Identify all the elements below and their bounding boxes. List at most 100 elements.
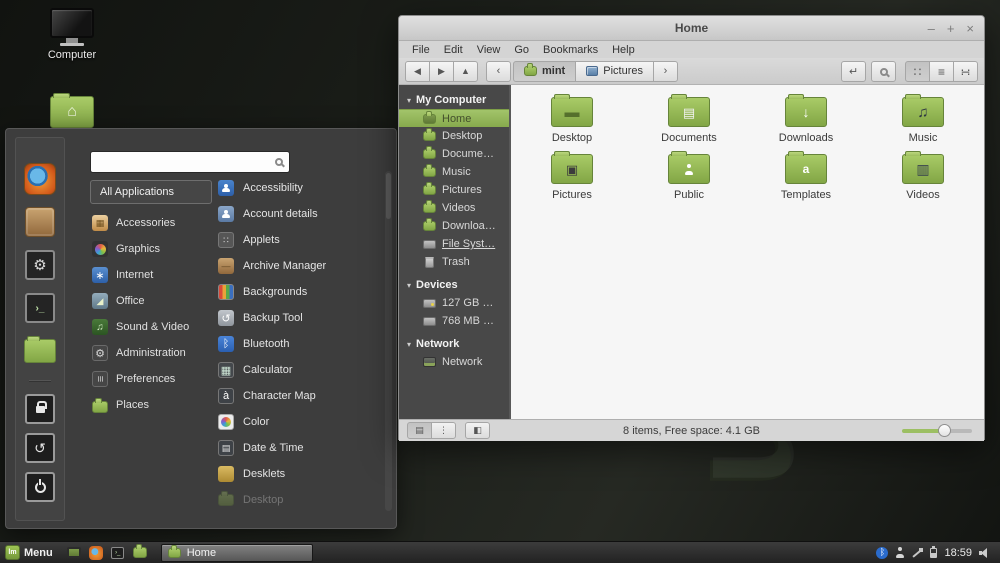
breadcrumb-next-button[interactable]: › (652, 60, 678, 82)
shutdown-button[interactable] (25, 472, 55, 502)
lock-screen-button[interactable] (25, 394, 55, 424)
search-input[interactable] (97, 156, 275, 168)
app-account-details[interactable]: Account details (218, 201, 382, 227)
category-accessories[interactable]: ▦ Accessories (90, 210, 212, 236)
app-backgrounds[interactable]: Backgrounds (218, 279, 382, 305)
mint-menu-button-icon[interactable]: lm (5, 545, 20, 560)
zoom-slider[interactable] (902, 424, 972, 437)
app-date-time[interactable]: ▤ Date & Time (218, 435, 382, 461)
section-network[interactable]: ▾ Network (399, 334, 509, 353)
firefox-launcher[interactable] (23, 162, 57, 196)
maximize-button[interactable]: + (947, 22, 955, 35)
menu-edit[interactable]: Edit (437, 44, 470, 56)
category-office[interactable]: ◢ Office (90, 288, 212, 314)
sidebar-item-127gb-volume[interactable]: 127 GB … (399, 294, 509, 312)
file-documents[interactable]: ▤ Documents (639, 93, 739, 144)
section-my-computer[interactable]: ▾ My Computer (399, 90, 509, 109)
app-calculator[interactable]: ▦ Calculator (218, 357, 382, 383)
app-color[interactable]: Color (218, 409, 382, 435)
system-settings-launcher[interactable]: ⚙ (23, 248, 57, 282)
sidebar-item-desktop[interactable]: Desktop (399, 127, 509, 145)
window-titlebar[interactable]: Home – + × (399, 16, 984, 41)
sidebar-item-file-system[interactable]: File Syst… (399, 235, 509, 253)
menu-view[interactable]: View (470, 44, 508, 56)
volume-tray-icon[interactable] (979, 547, 991, 558)
menu-button[interactable]: Menu (24, 547, 53, 559)
sidebar-item-pictures[interactable]: Pictures (399, 181, 509, 199)
app-accessibility[interactable]: Accessibility (218, 175, 382, 201)
category-administration[interactable]: ⚙ Administration (90, 340, 212, 366)
show-desktop-button[interactable] (65, 544, 83, 562)
sidebar-item-downloads[interactable]: Downloa… (399, 217, 509, 235)
terminal-icon: ›_ (111, 546, 125, 559)
file-videos[interactable]: ▥ Videos (873, 150, 973, 201)
menu-go[interactable]: Go (507, 44, 536, 56)
breadcrumb-pictures[interactable]: Pictures (575, 60, 654, 82)
breadcrumb-mint[interactable]: mint (513, 60, 577, 82)
menu-search-box[interactable] (90, 151, 290, 173)
view-toggle-group: ∷ ≡ ∺ (905, 61, 978, 82)
terminal-launcher[interactable]: ›_ (23, 291, 57, 325)
app-applets[interactable]: ∷ Applets (218, 227, 382, 253)
sidebar-item-documents[interactable]: Docume… (399, 145, 509, 163)
file-desktop[interactable]: ▬ Desktop (522, 93, 622, 144)
app-desklets[interactable]: Desklets (218, 461, 382, 487)
file-templates[interactable]: a Templates (756, 150, 856, 201)
close-button[interactable]: × (966, 22, 974, 35)
minimize-button[interactable]: – (928, 22, 935, 35)
battery-tray-icon[interactable] (930, 545, 938, 558)
firefox-taskbar-launcher[interactable] (87, 544, 105, 562)
compact-view-button[interactable]: ∺ (953, 61, 978, 82)
category-preferences[interactable]: ≡ Preferences (90, 366, 212, 392)
taskbar-window-home[interactable]: Home (160, 543, 313, 562)
location-entry-button[interactable]: ↵ (841, 61, 866, 82)
forward-button[interactable]: ▶ (429, 60, 454, 82)
file-pictures[interactable]: ▣ Pictures (522, 150, 622, 201)
bluetooth-tray-icon[interactable]: ᛒ (876, 546, 889, 559)
grid-view-button[interactable]: ∷ (905, 61, 930, 82)
app-label: Backgrounds (243, 286, 308, 298)
breadcrumb-prev-button[interactable]: ‹ (486, 60, 511, 82)
menu-help[interactable]: Help (605, 44, 642, 56)
menu-bookmarks[interactable]: Bookmarks (536, 44, 605, 56)
app-character-map[interactable]: à Character Map (218, 383, 382, 409)
sidebar-item-videos[interactable]: Videos (399, 199, 509, 217)
files-launcher[interactable] (23, 334, 57, 368)
clock[interactable]: 18:59 (944, 547, 972, 559)
desktop-emblem-icon: ▬ (564, 103, 580, 121)
sidebar-item-network[interactable]: Network (399, 353, 509, 371)
files-taskbar-launcher[interactable] (131, 544, 149, 562)
search-button[interactable] (871, 61, 896, 82)
category-all-applications[interactable]: All Applications (90, 180, 212, 204)
app-archive-manager[interactable]: — Archive Manager (218, 253, 382, 279)
back-button[interactable]: ◀ (405, 60, 430, 82)
category-sound-video[interactable]: ♫ Sound & Video (90, 314, 212, 340)
section-devices[interactable]: ▾ Devices (399, 275, 509, 294)
logout-button[interactable]: ↺ (25, 433, 55, 463)
list-view-button[interactable]: ≡ (929, 61, 954, 82)
sidebar-item-music[interactable]: Music (399, 163, 509, 181)
category-internet[interactable]: ∗ Internet (90, 262, 212, 288)
menu-scrollbar[interactable] (385, 171, 392, 511)
desktop-icon-computer[interactable]: Computer (37, 8, 107, 61)
app-backup-tool[interactable]: ↺ Backup Tool (218, 305, 382, 331)
software-manager-launcher[interactable] (23, 205, 57, 239)
sidebar-item-768mb-volume[interactable]: 768 MB … (399, 312, 509, 330)
sidebar-item-trash[interactable]: Trash (399, 253, 509, 271)
app-desktop[interactable]: Desktop (218, 487, 382, 513)
file-downloads[interactable]: ↓ Downloads (756, 93, 856, 144)
file-view[interactable]: ▬ Desktop ▤ Documents ↓ Downloads ♫ Musi… (511, 85, 984, 419)
up-button[interactable]: ▲ (453, 60, 478, 82)
category-places[interactable]: Places (90, 392, 212, 418)
app-bluetooth[interactable]: ᛒ Bluetooth (218, 331, 382, 357)
file-music[interactable]: ♫ Music (873, 93, 973, 144)
network-tray-icon[interactable] (912, 547, 924, 558)
sidebar-item-home[interactable]: Home (399, 109, 509, 127)
terminal-taskbar-launcher[interactable]: ›_ (109, 544, 127, 562)
menu-scrollbar-thumb[interactable] (386, 173, 391, 219)
category-graphics[interactable]: Graphics (90, 236, 212, 262)
user-applet-icon[interactable] (895, 547, 905, 558)
menu-file[interactable]: File (405, 44, 437, 56)
desktop-icon-home[interactable]: ⌂ (37, 92, 107, 128)
file-public[interactable]: Public (639, 150, 739, 201)
